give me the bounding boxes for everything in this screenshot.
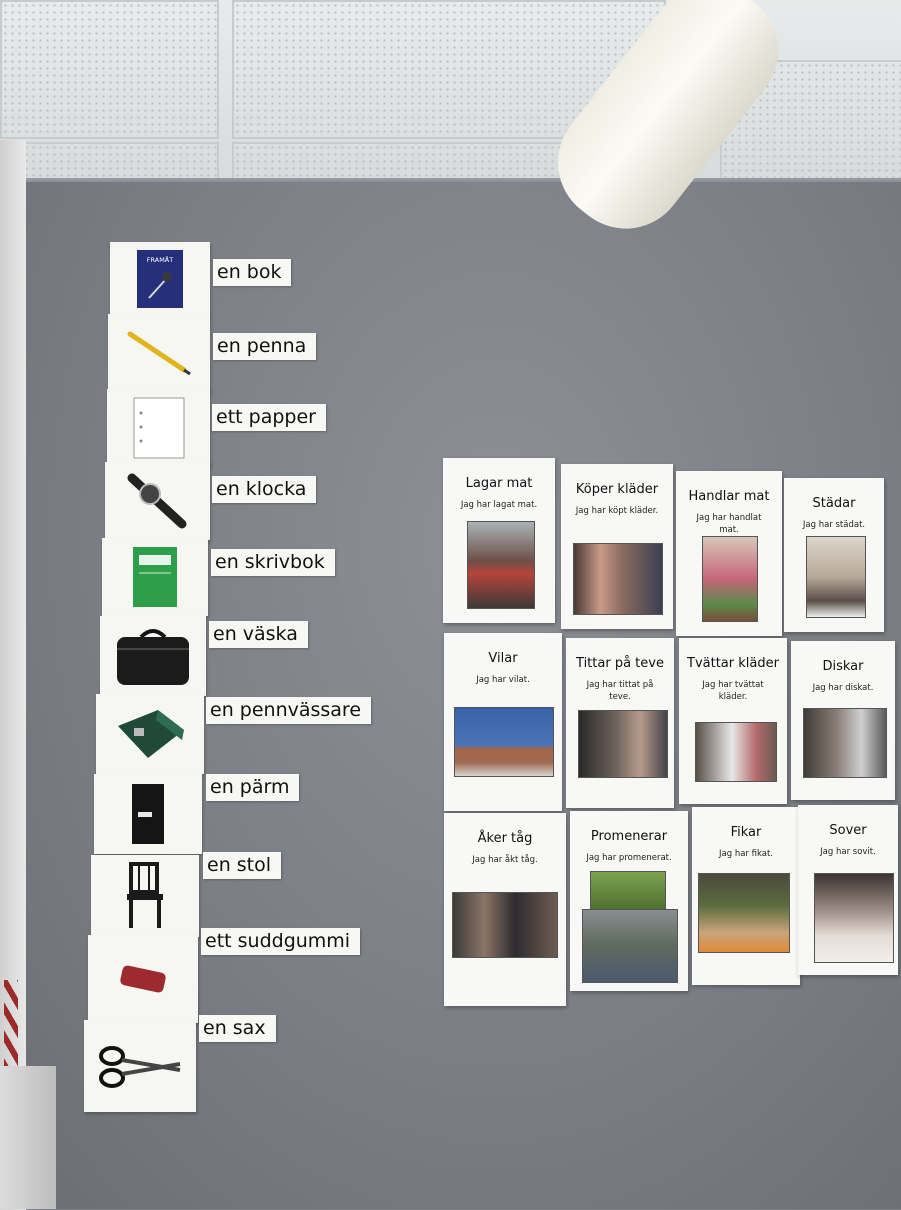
activity-card: Åker tåg Jag har åkt tåg. xyxy=(444,813,566,1006)
activity-card: Fikar Jag har fikat. xyxy=(692,807,800,985)
vocab-card-eraser xyxy=(88,935,198,1023)
activity-title: Städar xyxy=(812,496,856,511)
resting-photo xyxy=(454,707,554,777)
book-cover-text: FRAMÅT xyxy=(147,255,173,264)
walking-photo xyxy=(582,909,678,983)
activity-title: Vilar xyxy=(488,651,518,666)
activity-title: Sover xyxy=(829,823,867,838)
vocab-card-sharpener xyxy=(96,694,204,774)
shelf xyxy=(0,1066,56,1209)
activity-title: Tvättar kläder xyxy=(687,656,779,671)
vocab-card-notebook xyxy=(102,538,208,616)
activity-title: Fikar xyxy=(730,825,762,840)
vocab-word: en pärm xyxy=(206,774,300,801)
activity-card: Promenerar Jag har promenerat. xyxy=(570,811,688,991)
activity-sentence: Jag har åkt tåg. xyxy=(472,855,538,865)
vocab-word: en skrivbok xyxy=(211,549,335,576)
activity-title: Promenerar xyxy=(590,829,668,844)
activity-sentence: Jag har köpt kläder. xyxy=(575,506,659,516)
activity-sentence: Jag har vilat. xyxy=(476,675,530,685)
vocab-word: en väska xyxy=(209,621,308,648)
activity-sentence: Jag har diskat. xyxy=(812,683,874,693)
watch-icon xyxy=(127,473,186,529)
vocab-word: en klocka xyxy=(212,476,317,503)
sharpener-icon xyxy=(118,710,184,758)
vocab-word: en sax xyxy=(199,1015,276,1042)
activity-title: Handlar mat xyxy=(688,489,770,504)
activity-sentence: Jag har städat. xyxy=(802,520,866,530)
activity-card: Tvättar kläder Jag har tvättat kläder. xyxy=(679,638,787,804)
activity-sentence: Jag har sovit. xyxy=(820,847,876,857)
activity-title: Köper kläder xyxy=(575,482,659,497)
book-icon: FRAMÅT xyxy=(137,250,183,308)
scissors-icon xyxy=(99,1046,181,1088)
vocab-card-bag xyxy=(100,616,206,696)
cooking-photo xyxy=(467,521,535,609)
ceiling-tile xyxy=(0,142,219,182)
notebook-icon xyxy=(133,547,177,607)
activity-card: Vilar Jag har vilat. xyxy=(444,633,562,811)
activity-sentence: Jag har fikat. xyxy=(719,849,773,859)
vocab-word: en stol xyxy=(203,852,282,879)
dishwashing-photo xyxy=(803,708,887,778)
clothes-shopping-photo xyxy=(573,543,663,615)
vocab-card-pencil xyxy=(108,314,210,392)
binder-icon xyxy=(132,784,164,844)
chair-icon xyxy=(127,862,163,928)
paper-icon xyxy=(133,397,184,459)
activity-title: Tittar på teve xyxy=(576,656,664,671)
activity-card: Städar Jag har städat. xyxy=(784,478,884,632)
activity-title: Lagar mat xyxy=(465,476,533,491)
activity-card: Tittar på teve Jag har tittat på teve. xyxy=(566,638,674,808)
vocab-card-watch xyxy=(105,462,210,540)
grocery-photo xyxy=(702,536,758,622)
tv-watching-photo xyxy=(578,710,668,778)
activity-sentence: Jag har lagat mat. xyxy=(460,500,538,510)
bag-icon xyxy=(117,629,189,685)
activity-title: Åker tåg xyxy=(477,831,533,846)
activity-sentence: Jag har promenerat. xyxy=(586,853,672,863)
vocab-word: en penna xyxy=(213,333,317,360)
activity-card: Handlar mat Jag har handlat mat. xyxy=(676,471,782,636)
activity-sentence: Jag har handlat mat. xyxy=(696,513,762,535)
vocab-word: ett papper xyxy=(212,404,326,431)
vocab-card-paper xyxy=(107,389,210,467)
vocab-card-scissors xyxy=(84,1020,196,1112)
eraser-icon xyxy=(120,965,166,993)
vocab-card-book: FRAMÅT xyxy=(110,242,210,316)
vocab-word: en bok xyxy=(213,259,292,286)
curtain xyxy=(0,140,26,1210)
activity-card: Sover Jag har sovit. xyxy=(798,805,898,975)
vocab-card-chair xyxy=(91,855,199,937)
activity-card: Diskar Jag har diskat. xyxy=(791,641,895,800)
ceiling-tile xyxy=(232,142,596,182)
train-photo xyxy=(452,892,558,958)
coffee-break-photo xyxy=(698,873,790,953)
activity-title: Diskar xyxy=(822,659,864,674)
pencil-icon xyxy=(127,331,191,376)
sleeping-photo xyxy=(814,873,894,963)
vocab-word: en pennvässare xyxy=(206,697,372,724)
activity-card: Köper kläder Jag har köpt kläder. xyxy=(561,464,673,629)
activity-sentence: Jag har tittat på teve. xyxy=(586,680,654,702)
vocab-card-binder xyxy=(94,774,202,854)
ceiling-tile xyxy=(0,0,219,139)
vocab-word: ett suddgummi xyxy=(201,928,361,955)
activity-sentence: Jag har tvättat kläder. xyxy=(702,680,764,702)
cleaning-photo xyxy=(806,536,866,618)
activity-card: Lagar mat Jag har lagat mat. xyxy=(443,458,555,623)
laundry-photo xyxy=(695,722,777,782)
